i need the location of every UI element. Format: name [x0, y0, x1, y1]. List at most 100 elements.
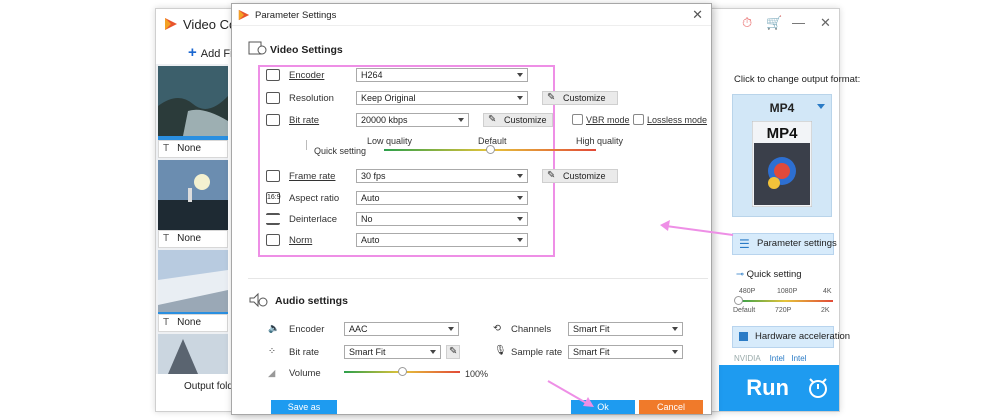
subtitle-value: None — [177, 317, 202, 328]
mp4-format-icon: MP4 — [752, 121, 812, 207]
tick-label: 480P — [739, 288, 756, 295]
tick-label: 1080P — [777, 288, 798, 295]
frame-rate-customize-button[interactable]: ✎ Customize — [542, 169, 618, 183]
low-quality-label: Low quality — [367, 136, 413, 146]
chevron-down-icon — [817, 104, 825, 109]
stopwatch-icon[interactable]: ⏱ — [742, 15, 752, 31]
lossless-mode-checkbox[interactable] — [633, 114, 644, 125]
pencil-icon: ✎ — [488, 114, 497, 125]
norm-icon — [266, 234, 280, 246]
app-logo-icon — [165, 18, 177, 30]
subtitle-select[interactable]: T None — [158, 230, 228, 248]
norm-select[interactable]: Auto — [356, 233, 528, 247]
cancel-button[interactable]: Cancel — [639, 400, 703, 414]
alarm-button[interactable] — [797, 365, 839, 411]
resolution-label: Resolution — [289, 93, 334, 104]
clip-thumbnail[interactable] — [158, 334, 228, 374]
video-bitrate-label: Bit rate — [289, 115, 320, 126]
audio-bitrate-edit-button[interactable]: ✎ — [446, 345, 460, 359]
resolution-icon — [266, 92, 280, 104]
channels-select[interactable]: Smart Fit — [568, 322, 683, 336]
ok-button[interactable]: Ok — [571, 400, 635, 414]
sample-rate-select[interactable]: Smart Fit — [568, 345, 683, 359]
intel-logo: Intel — [791, 354, 807, 363]
run-button[interactable]: Run — [719, 365, 797, 411]
deinterlace-icon — [266, 213, 280, 225]
customize-label: Customize — [563, 93, 606, 103]
subtitle-value: None — [177, 233, 202, 244]
gpu-logos: NVIDIA Intel Intel — [734, 354, 806, 363]
vbr-mode-checkbox[interactable] — [572, 114, 583, 125]
subtitle-select[interactable]: T None — [158, 140, 228, 158]
bitrate-icon — [266, 114, 280, 126]
cart-icon[interactable]: 🛒 — [766, 15, 782, 31]
quick-setting-text: Quick setting — [746, 269, 802, 280]
clip-thumbnail[interactable] — [158, 160, 228, 230]
hardware-acceleration-label: Hardware acceleration — [755, 331, 851, 342]
resolution-select[interactable]: Keep Original — [356, 91, 528, 105]
output-format-selector[interactable]: MP4 MP4 — [732, 94, 832, 217]
audio-settings-title: Audio settings — [275, 295, 348, 307]
section-divider — [248, 278, 708, 279]
high-quality-label: High quality — [576, 136, 624, 146]
audio-encoder-label: Encoder — [289, 324, 325, 335]
quality-slider-knob[interactable] — [486, 145, 495, 154]
norm-label: Norm — [289, 235, 313, 246]
minimize-button[interactable]: — — [792, 15, 805, 30]
dialog-title: Parameter Settings — [255, 10, 337, 21]
mp4-icon-label: MP4 — [767, 125, 799, 142]
sample-rate-label: Sample rate — [511, 347, 563, 358]
resolution-customize-button[interactable]: ✎ Customize — [542, 91, 618, 105]
deinterlace-select[interactable]: No — [356, 212, 528, 226]
bitrate-customize-button[interactable]: ✎ Customize — [483, 113, 553, 127]
quick-setting-label: ⊸ Quick setting — [736, 269, 802, 280]
audio-bitrate-label: Bit rate — [289, 347, 320, 358]
close-icon[interactable]: ✕ — [820, 15, 831, 31]
frame-rate-label: Frame rate — [289, 171, 336, 182]
audio-settings-icon — [249, 292, 268, 308]
subtitle-value: None — [177, 143, 202, 154]
audio-bitrate-select[interactable]: Smart Fit — [344, 345, 441, 359]
channels-icon: ⟲ — [493, 323, 501, 334]
film-icon — [266, 170, 280, 182]
volume-slider-knob[interactable] — [398, 367, 407, 376]
frame-rate-select[interactable]: 30 fps — [356, 169, 528, 183]
subtitle-select[interactable]: T None — [158, 314, 228, 332]
customize-label: Customize — [504, 115, 547, 125]
encoder-label: Encoder — [289, 70, 325, 81]
parameter-settings-button[interactable]: ☰ Parameter settings — [732, 233, 837, 255]
quick-setting-slider[interactable] — [737, 300, 833, 302]
aspect-ratio-label: Aspect ratio — [289, 193, 340, 204]
audio-encoder-select[interactable]: AAC — [344, 322, 459, 336]
plus-icon: + — [188, 44, 197, 61]
text-icon: T — [163, 143, 170, 154]
alarm-clock-icon — [809, 378, 827, 398]
pencil-icon: ✎ — [449, 346, 458, 357]
aspect-ratio-icon: 16:9 — [266, 192, 281, 204]
nvidia-logo: NVIDIA — [734, 354, 761, 363]
tick-label: Default — [733, 307, 756, 314]
parameter-settings-label: Parameter settings — [757, 238, 837, 249]
audio-bitrate-icon: ⁘ — [268, 346, 276, 357]
dialog-close-icon[interactable]: ✕ — [692, 7, 703, 23]
sliders-icon: ☰ — [739, 237, 750, 251]
deinterlace-label: Deinterlace — [289, 214, 338, 225]
chip-icon — [739, 332, 748, 341]
text-icon: T — [163, 233, 170, 244]
quick-setting-knob[interactable] — [734, 296, 743, 305]
aspect-ratio-select[interactable]: Auto — [356, 191, 528, 205]
customize-label: Customize — [563, 171, 606, 181]
video-bitrate-select[interactable]: 20000 kbps — [356, 113, 469, 127]
bracket-line — [306, 140, 307, 150]
video-settings-title: Video Settings — [270, 44, 343, 56]
clip-thumbnail[interactable] — [158, 66, 228, 136]
intel-logo: Intel — [769, 354, 785, 363]
hardware-acceleration-toggle[interactable]: Hardware acceleration — [732, 326, 850, 348]
video-encoder-select[interactable]: H264 — [356, 68, 528, 82]
clip-thumbnail[interactable] — [158, 250, 228, 320]
channels-label: Channels — [511, 324, 552, 335]
pencil-icon: ✎ — [547, 170, 556, 181]
slider-icon: ⊸ — [736, 269, 747, 280]
save-as-button[interactable]: Save as — [271, 400, 337, 414]
tick-label: 4K — [823, 288, 832, 295]
